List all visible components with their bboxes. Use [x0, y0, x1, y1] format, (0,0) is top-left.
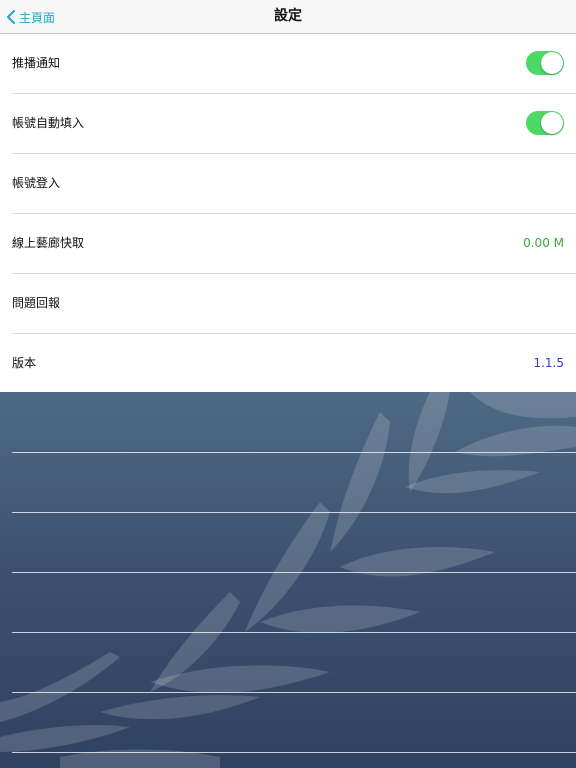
auto-fill-account-label: 帳號自動填入: [12, 116, 85, 130]
setting-row-online-gallery-cache[interactable]: 線上藝廊快取 0.00 M: [0, 214, 576, 274]
auto-fill-account-toggle[interactable]: [526, 111, 564, 135]
cache-size-value: 0.00 M: [523, 236, 564, 250]
setting-row-version: 版本 1.1.5: [0, 334, 576, 394]
empty-row-separator: [12, 632, 576, 633]
leaf-pattern-image: [0, 392, 576, 768]
settings-list: 推播通知 帳號自動填入 帳號登入 線上藝廊快取 0.00 M 問題回報 版本 1…: [0, 34, 576, 392]
empty-row-separator: [12, 452, 576, 453]
feedback-label: 問題回報: [12, 296, 61, 310]
toggle-knob: [541, 52, 563, 74]
empty-row-separator: [12, 572, 576, 573]
setting-row-push-notifications: 推播通知: [0, 34, 576, 94]
empty-row-separator: [12, 692, 576, 693]
setting-row-feedback[interactable]: 問題回報: [0, 274, 576, 334]
push-notifications-label: 推播通知: [12, 56, 61, 70]
navigation-bar: 主頁面 設定: [0, 0, 576, 34]
push-notifications-toggle[interactable]: [526, 51, 564, 75]
empty-row-separator: [12, 512, 576, 513]
version-label: 版本: [12, 356, 37, 370]
online-gallery-cache-label: 線上藝廊快取: [12, 236, 85, 250]
setting-row-auto-fill-account: 帳號自動填入: [0, 94, 576, 154]
toggle-knob: [541, 112, 563, 134]
empty-row-separator: [12, 752, 576, 753]
background-decoration: [0, 392, 576, 768]
settings-screen: 主頁面 設定 推播通知 帳號自動填入 帳號登入 線上藝廊快取 0.00 M 問題…: [0, 0, 576, 768]
setting-row-account-login[interactable]: 帳號登入: [0, 154, 576, 214]
account-login-label: 帳號登入: [12, 176, 61, 190]
version-value: 1.1.5: [533, 356, 564, 370]
page-title: 設定: [274, 8, 302, 24]
